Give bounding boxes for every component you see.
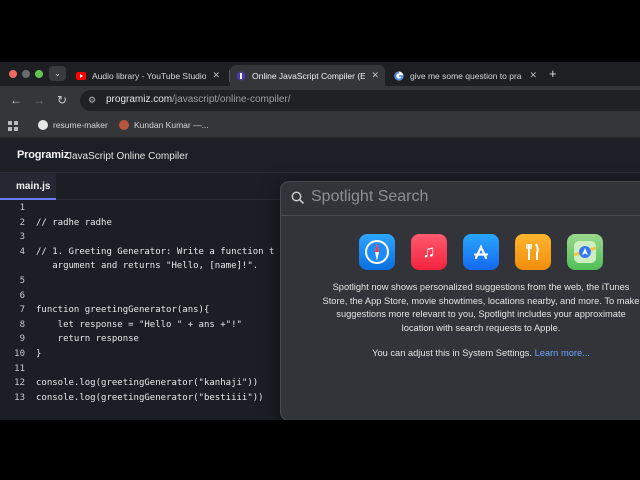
line-code[interactable]: argument and returns "Hello, [name]!". [36, 261, 258, 271]
programiz-logo[interactable]: Programiz [17, 149, 69, 161]
tab-google-search[interactable]: give me some question to pra ✕ [388, 65, 543, 86]
browser-toolbar: ← → ↻ ⚙ programiz.com/javascript/online-… [0, 86, 640, 115]
browser-tab-strip: ⌄ Audio library - YouTube Studio ✕ Onlin… [0, 62, 640, 86]
settings-text: You can adjust this in System Settings. [372, 348, 532, 358]
line-number: 10 [14, 349, 25, 359]
maps-icon[interactable] [567, 234, 603, 270]
minimize-window-button[interactable] [22, 70, 30, 78]
back-button[interactable]: ← [10, 93, 22, 107]
line-number: 12 [14, 378, 25, 389]
line-code[interactable]: console.log(greetingGenerator("bestiiii"… [36, 393, 264, 403]
music-icon[interactable]: ♫ [411, 234, 447, 270]
line-number: 3 [19, 232, 25, 243]
search-icon [291, 191, 305, 205]
site-header: Programiz JavaScript Online Compiler [0, 139, 640, 173]
line-code[interactable]: function greetingGenerator(ans){ [36, 305, 209, 315]
line-number: 11 [14, 363, 25, 374]
line-number: 8 [19, 319, 25, 330]
app-store-icon[interactable] [463, 234, 499, 270]
learn-more-link[interactable]: Learn more... [535, 348, 590, 358]
line-code[interactable]: // radhe radhe [36, 218, 112, 228]
spotlight-search-panel: ♫ Spotlight now shows personalized sugge… [280, 181, 640, 420]
tab-title: give me some question to pra [410, 70, 522, 81]
bookmark-label: resume-maker [53, 120, 108, 130]
youtube-icon [76, 71, 86, 81]
reload-button[interactable]: ↻ [57, 93, 67, 107]
apps-grid-icon[interactable] [8, 121, 18, 131]
close-tab-icon[interactable]: ✕ [212, 70, 220, 81]
programiz-icon [236, 71, 246, 81]
line-number: 9 [19, 334, 25, 345]
close-tab-icon[interactable]: ✕ [371, 70, 379, 81]
file-tab-main-js[interactable]: main.js [0, 173, 56, 200]
url-domain: programiz.com [106, 94, 173, 105]
line-code[interactable]: // 1. Greeting Generator: Write a functi… [36, 247, 274, 257]
new-tab-button[interactable]: + [549, 66, 557, 81]
line-number: 1 [19, 203, 25, 213]
chevron-down-icon: ⌄ [54, 69, 61, 78]
spotlight-search-input[interactable] [311, 188, 631, 206]
line-number: 6 [19, 290, 25, 301]
line-code[interactable]: } [36, 349, 41, 359]
google-icon [394, 71, 404, 81]
profile-icon [119, 120, 129, 130]
close-tab-icon[interactable]: ✕ [529, 70, 537, 81]
safari-icon[interactable] [359, 234, 395, 270]
fullscreen-window-button[interactable] [35, 70, 43, 78]
line-number: 5 [19, 276, 25, 286]
tab-title: Audio library - YouTube Studio [92, 70, 207, 81]
address-bar[interactable]: ⚙ programiz.com/javascript/online-compil… [80, 90, 640, 111]
spotlight-app-icons: ♫ [359, 234, 619, 270]
tab-search-button[interactable]: ⌄ [49, 66, 66, 81]
page-title: JavaScript Online Compiler [67, 151, 189, 162]
site-settings-icon[interactable]: ⚙ [88, 95, 96, 106]
close-window-button[interactable] [9, 70, 17, 78]
line-code[interactable]: let response = "Hello " + ans +"!" [36, 320, 242, 330]
line-number: 2 [19, 217, 25, 228]
tab-youtube-studio[interactable]: Audio library - YouTube Studio ✕ [70, 65, 226, 86]
bookmark-resume-maker[interactable]: resume-maker [38, 120, 108, 130]
line-number: 7 [19, 305, 25, 316]
tab-javascript-compiler[interactable]: Online JavaScript Compiler (E ✕ [230, 65, 385, 86]
github-icon [38, 120, 48, 130]
spotlight-search-bar[interactable] [281, 182, 640, 216]
line-code[interactable]: return response [36, 334, 139, 344]
spotlight-message: Spotlight now shows personalized suggest… [322, 282, 640, 333]
line-code[interactable]: console.log(greetingGenerator("kanhaji")… [36, 378, 258, 388]
line-number: 13 [14, 392, 25, 403]
screen: ⌄ Audio library - YouTube Studio ✕ Onlin… [0, 62, 640, 420]
food-icon[interactable] [515, 234, 551, 270]
bookmark-kundan-kumar[interactable]: Kundan Kumar —... [119, 120, 209, 130]
url-text[interactable]: programiz.com/javascript/online-compiler… [106, 94, 291, 105]
line-number: 4 [19, 246, 25, 257]
url-path: /javascript/online-compiler/ [172, 94, 291, 105]
bookmarks-bar: resume-maker Kundan Kumar —... [0, 115, 640, 138]
forward-button[interactable]: → [33, 93, 45, 107]
bookmark-label: Kundan Kumar —... [134, 120, 209, 130]
tab-title: Online JavaScript Compiler (E [252, 70, 366, 81]
spotlight-settings-note: You can adjust this in System Settings. … [321, 348, 640, 358]
